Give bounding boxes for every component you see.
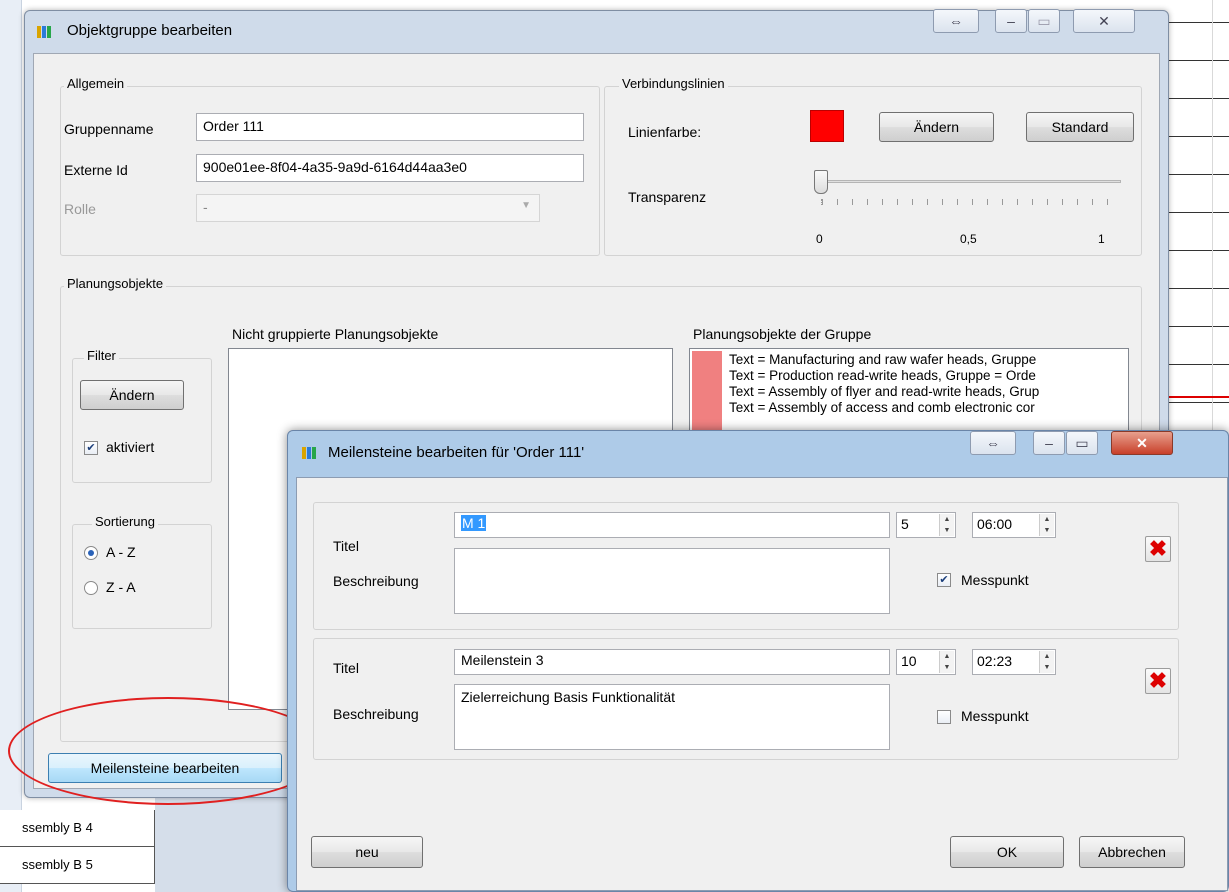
maximize-button[interactable]: ▭ [1028, 9, 1060, 33]
highlight-ellipse-annotation [8, 697, 328, 805]
list-item[interactable]: Text = Assembly of access and comb elect… [729, 400, 1039, 416]
verbindungslinien-label: Verbindungslinien [619, 76, 728, 91]
group-object-items: Text = Manufacturing and raw wafer heads… [729, 352, 1039, 416]
background-row[interactable]: ssembly B 5 [0, 847, 155, 884]
transparenz-slider-thumb[interactable] [814, 170, 828, 194]
standard-button[interactable]: Standard [1026, 112, 1134, 142]
bg-gridline [1168, 22, 1229, 23]
messpunkt-label: Messpunkt [961, 708, 1029, 724]
allgemein-label: Allgemein [64, 76, 128, 91]
filter-aendern-button[interactable]: Ändern [80, 380, 184, 410]
filter-label: Filter [84, 348, 119, 363]
neu-button[interactable]: neu [311, 836, 423, 868]
sortierung-label: Sortierung [92, 514, 158, 529]
chevron-down-icon: ▼ [521, 200, 531, 211]
meilensteine-dialog: Meilensteine bearbeiten für 'Order 111' … [287, 430, 1229, 892]
bg-gridline [1168, 174, 1229, 175]
nicht-gruppiert-label: Nicht gruppierte Planungsobjekte [232, 326, 439, 342]
titel-input[interactable]: M 1 [454, 512, 890, 538]
close-button[interactable]: ✕ [1073, 9, 1135, 33]
dialog-client-area: Titel M 1 5 ▲ ▼ 06:00 ▲ ▼ ✖ Beschreibung ✔ M… [296, 477, 1228, 891]
resize-icon[interactable]: ⇔ [933, 9, 979, 33]
time-stepper[interactable]: 02:23 ▲ ▼ [972, 649, 1056, 675]
bg-gridline [1168, 136, 1229, 137]
transparenz-slider-track[interactable] [821, 180, 1121, 183]
bg-gridline [1168, 212, 1229, 213]
titel-input[interactable]: Meilenstein 3 [454, 649, 890, 675]
minimize-button[interactable]: – [1033, 431, 1065, 455]
beschreibung-label: Beschreibung [333, 706, 419, 722]
app-icon [37, 26, 53, 38]
bg-gridline [1168, 98, 1229, 99]
titel-label: Titel [333, 538, 359, 554]
messpunkt-checkbox[interactable]: ✔ [937, 573, 951, 587]
stepper-arrows-icon[interactable]: ▲ ▼ [1039, 651, 1054, 673]
group-color-marker [692, 351, 722, 437]
stepper-arrows-icon[interactable]: ▲ ▼ [939, 514, 954, 536]
app-icon [302, 447, 318, 459]
sort-az-radio[interactable] [84, 546, 98, 560]
group-objects-list[interactable]: Text = Manufacturing and raw wafer heads… [689, 348, 1129, 438]
planungsobjekte-label: Planungsobjekte [64, 276, 167, 291]
der-gruppe-label: Planungsobjekte der Gruppe [693, 326, 872, 342]
list-item[interactable]: Text = Production read-write heads, Grup… [729, 368, 1039, 384]
stepper-arrows-icon[interactable]: ▲ ▼ [1039, 514, 1054, 536]
bg-gridline [1168, 364, 1229, 365]
rolle-label: Rolle [64, 201, 96, 217]
titel-label: Titel [333, 660, 359, 676]
rolle-select: - ▼ [196, 194, 540, 222]
bg-gridline [1168, 402, 1229, 403]
bg-gridline [1168, 60, 1229, 61]
maximize-button[interactable]: ▭ [1066, 431, 1098, 455]
stepper-arrows-icon[interactable]: ▲ ▼ [939, 651, 954, 673]
dialog-title: Meilensteine bearbeiten für 'Order 111' [328, 444, 585, 461]
aktiviert-label: aktiviert [106, 439, 155, 455]
sort-za-label: Z - A [106, 579, 136, 595]
slider-tick-0: 0 [816, 232, 823, 246]
slider-ticks [821, 199, 1121, 205]
externe-id-label: Externe Id [64, 162, 128, 178]
linienfarbe-label: Linienfarbe: [628, 124, 702, 140]
gruppenname-input[interactable]: Order 111 [196, 113, 584, 141]
externe-id-input[interactable]: 900e01ee-8f04-4a35-9a9d-6164d44aa3e0 [196, 154, 584, 182]
delete-milestone-icon[interactable]: ✖ [1145, 536, 1171, 562]
day-stepper[interactable]: 10 ▲ ▼ [896, 649, 956, 675]
bg-gridline [1168, 288, 1229, 289]
slider-tick-1: 1 [1098, 232, 1105, 246]
beschreibung-input[interactable] [454, 548, 890, 614]
time-stepper[interactable]: 06:00 ▲ ▼ [972, 512, 1056, 538]
beschreibung-label: Beschreibung [333, 573, 419, 589]
sort-za-radio[interactable] [84, 581, 98, 595]
slider-tick-05: 0,5 [960, 232, 977, 246]
list-item[interactable]: Text = Manufacturing and raw wafer heads… [729, 352, 1039, 368]
dialog-title: Objektgruppe bearbeiten [67, 22, 233, 39]
dialog-titlebar: Objektgruppe bearbeiten ⇔ – ▭ ✕ [25, 9, 1168, 53]
bg-gridline [1168, 250, 1229, 251]
list-item[interactable]: Text = Assembly of flyer and read-write … [729, 384, 1039, 400]
sort-az-label: A - Z [106, 544, 136, 560]
aktiviert-checkbox[interactable]: ✔ [84, 441, 98, 455]
messpunkt-label: Messpunkt [961, 572, 1029, 588]
background-row[interactable]: ssembly B 4 [0, 810, 155, 847]
messpunkt-checkbox[interactable] [937, 710, 951, 724]
linienfarbe-aendern-button[interactable]: Ändern [879, 112, 994, 142]
beschreibung-input[interactable]: Zielerreichung Basis Funktionalität [454, 684, 890, 750]
resize-icon[interactable]: ⇔ [970, 431, 1016, 455]
delete-milestone-icon[interactable]: ✖ [1145, 668, 1171, 694]
close-button[interactable]: ✕ [1111, 431, 1173, 455]
day-stepper[interactable]: 5 ▲ ▼ [896, 512, 956, 538]
abbrechen-button[interactable]: Abbrechen [1079, 836, 1185, 868]
filter-group [72, 358, 212, 483]
transparenz-label: Transparenz [628, 189, 707, 205]
gruppenname-label: Gruppenname [64, 121, 154, 137]
line-color-swatch[interactable] [810, 110, 844, 142]
minimize-button[interactable]: – [995, 9, 1027, 33]
bg-gridline [1168, 326, 1229, 327]
sortierung-group [72, 524, 212, 629]
ok-button[interactable]: OK [950, 836, 1064, 868]
bg-connection-line [1168, 396, 1229, 398]
